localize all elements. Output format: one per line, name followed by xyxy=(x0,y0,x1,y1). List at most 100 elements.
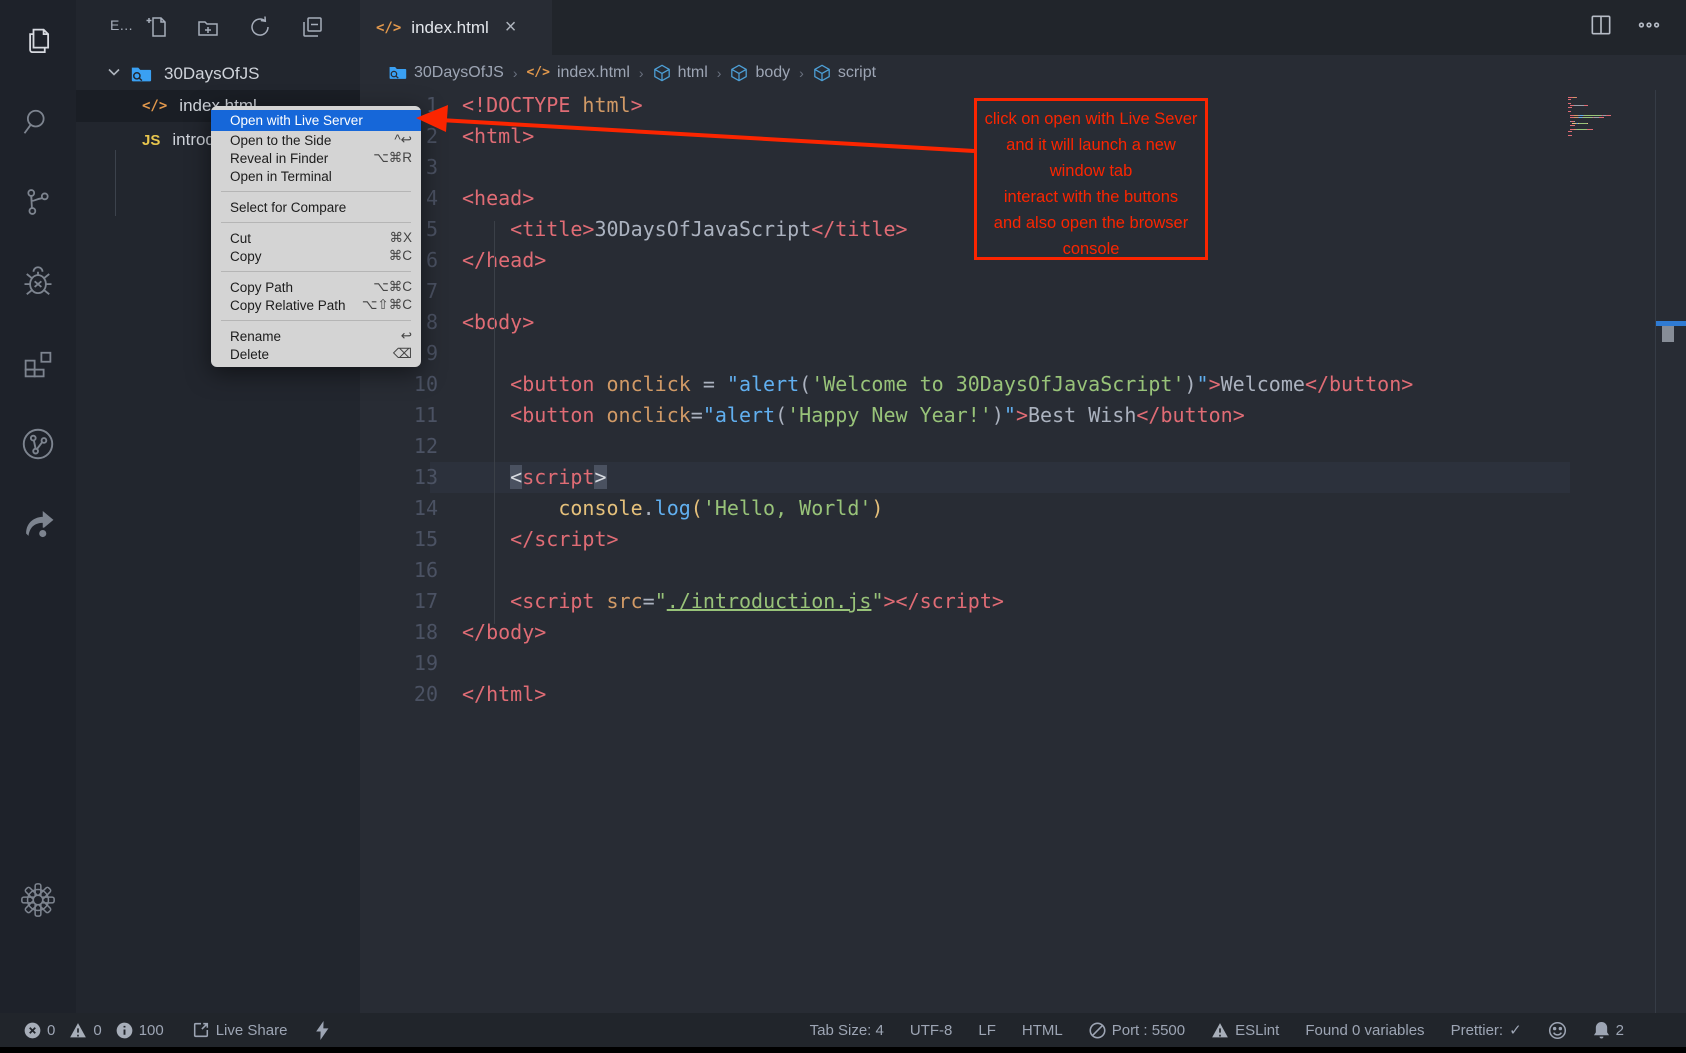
code-line-9[interactable]: 9 xyxy=(360,338,1686,369)
tab-bar: </> index.html × xyxy=(360,0,1686,55)
js-file-icon: JS xyxy=(142,132,160,149)
refresh-icon[interactable] xyxy=(247,14,273,40)
collapse-all-icon[interactable] xyxy=(299,14,325,40)
context-menu: Open with Live ServerOpen to the Side^↩R… xyxy=(211,106,421,367)
breadcrumb-separator: › xyxy=(639,65,644,81)
live-share-icon[interactable] xyxy=(0,494,76,554)
errors-status[interactable]: 0 xyxy=(24,1022,55,1039)
menu-item-open-with-live-server[interactable]: Open with Live Server xyxy=(211,110,421,131)
source-control-icon[interactable] xyxy=(0,172,76,232)
breadcrumb-item-script[interactable]: script xyxy=(813,64,876,82)
scrollbar-thumb[interactable] xyxy=(1662,326,1674,342)
live-share-status[interactable]: Live Share xyxy=(192,1021,288,1039)
explorer-icon[interactable] xyxy=(0,12,76,72)
menu-item-reveal-in-finder[interactable]: Reveal in Finder⌥⌘R xyxy=(211,149,421,167)
language-status[interactable]: HTML xyxy=(1022,1022,1063,1039)
indent-guide xyxy=(494,221,495,624)
menu-separator xyxy=(221,191,411,192)
code-line-13[interactable]: 13 <script> xyxy=(360,462,1686,493)
code-line-18[interactable]: 18</body> xyxy=(360,617,1686,648)
code-line-8[interactable]: 8<body> xyxy=(360,307,1686,338)
code-line-16[interactable]: 16 xyxy=(360,555,1686,586)
new-file-icon[interactable] xyxy=(144,14,170,40)
annotation-text-line: interact with the buttons xyxy=(977,184,1205,210)
code-line-7[interactable]: 7 xyxy=(360,276,1686,307)
annotation-text-line: and also open the browser xyxy=(977,210,1205,236)
tab-label: index.html xyxy=(411,18,488,38)
extensions-icon[interactable] xyxy=(0,334,76,394)
warning-icon xyxy=(1211,1022,1229,1039)
breadcrumb-item-index.html[interactable]: </>index.html xyxy=(526,64,629,82)
notifications-status[interactable]: 2 xyxy=(1593,1021,1624,1040)
symbol-cube-icon xyxy=(653,64,671,82)
menu-separator xyxy=(221,320,411,321)
more-actions-icon[interactable] xyxy=(1636,12,1662,43)
code-line-15[interactable]: 15 </script> xyxy=(360,524,1686,555)
variables-status[interactable]: Found 0 variables xyxy=(1305,1022,1424,1039)
breadcrumb-item-30DaysOfJS[interactable]: 30DaysOfJS xyxy=(388,63,504,82)
debug-icon[interactable] xyxy=(0,253,76,313)
minimap[interactable] xyxy=(1568,97,1658,137)
menu-item-cut[interactable]: Cut⌘X xyxy=(211,229,421,247)
split-editor-icon[interactable] xyxy=(1588,12,1614,43)
share-icon xyxy=(192,1021,210,1039)
code-line-19[interactable]: 19 xyxy=(360,648,1686,679)
menu-item-select-for-compare[interactable]: Select for Compare xyxy=(211,198,421,216)
code-line-10[interactable]: 10 <button onclick = "alert('Welcome to … xyxy=(360,369,1686,400)
new-folder-icon[interactable] xyxy=(195,14,221,40)
menu-separator xyxy=(221,222,411,223)
info-icon xyxy=(116,1022,133,1039)
source-graph-icon[interactable] xyxy=(0,414,76,474)
menu-item-copy-relative-path[interactable]: Copy Relative Path⌥⇧⌘C xyxy=(211,296,421,314)
eol-status[interactable]: LF xyxy=(978,1022,996,1039)
tab-size-status[interactable]: Tab Size: 4 xyxy=(810,1022,884,1039)
annotation-text-line: click on open with Live Sever xyxy=(977,106,1205,132)
line-number: 10 xyxy=(360,369,438,400)
html-file-icon: </> xyxy=(376,20,401,36)
folder-icon xyxy=(130,63,152,85)
explorer-header: E... xyxy=(76,0,360,55)
menu-item-open-in-terminal[interactable]: Open in Terminal xyxy=(211,167,421,185)
menu-item-copy[interactable]: Copy⌘C xyxy=(211,247,421,265)
line-number: 17 xyxy=(360,586,438,617)
prettier-status[interactable]: Prettier:✓ xyxy=(1451,1021,1522,1039)
port-status[interactable]: Port : 5500 xyxy=(1089,1022,1185,1039)
line-number: 18 xyxy=(360,617,438,648)
line-number: 19 xyxy=(360,648,438,679)
menu-item-open-to-the-side[interactable]: Open to the Side^↩ xyxy=(211,131,421,149)
eslint-status[interactable]: ESLint xyxy=(1211,1022,1279,1039)
breadcrumb-separator: › xyxy=(513,65,518,81)
minimap-border xyxy=(1655,90,1656,1013)
breadcrumb-separator: › xyxy=(717,65,722,81)
menu-item-delete[interactable]: Delete⌫ xyxy=(211,345,421,363)
annotation-box: click on open with Live Severand it will… xyxy=(974,98,1208,260)
tree-folder-root[interactable]: 30DaysOfJS xyxy=(76,58,360,90)
annotation-text-line: window tab xyxy=(977,158,1205,184)
html-file-icon: </> xyxy=(142,98,167,114)
code-line-20[interactable]: 20</html> xyxy=(360,679,1686,710)
code-line-11[interactable]: 11 <button onclick="alert('Happy New Yea… xyxy=(360,400,1686,431)
breadcrumb-item-body[interactable]: body xyxy=(730,64,790,82)
menu-separator xyxy=(221,271,411,272)
symbol-cube-icon xyxy=(813,64,831,82)
infos-status[interactable]: 100 xyxy=(116,1022,164,1039)
code-line-12[interactable]: 12 xyxy=(360,431,1686,462)
code-line-14[interactable]: 14 console.log('Hello, World') xyxy=(360,493,1686,524)
gear-icon[interactable] xyxy=(0,870,76,930)
line-number: 15 xyxy=(360,524,438,555)
menu-item-copy-path[interactable]: Copy Path⌥⌘C xyxy=(211,278,421,296)
activity-bar xyxy=(0,0,76,1013)
encoding-status[interactable]: UTF-8 xyxy=(910,1022,953,1039)
menu-item-rename[interactable]: Rename↩ xyxy=(211,327,421,345)
breadcrumb-item-html[interactable]: html xyxy=(653,64,708,82)
warning-icon xyxy=(69,1022,87,1039)
line-number: 16 xyxy=(360,555,438,586)
close-icon[interactable]: × xyxy=(505,16,517,39)
tab-index-html[interactable]: </> index.html × xyxy=(360,0,552,55)
code-line-17[interactable]: 17 <script src="./introduction.js"></scr… xyxy=(360,586,1686,617)
line-number: 14 xyxy=(360,493,438,524)
warnings-status[interactable]: 0 xyxy=(69,1022,101,1039)
search-icon[interactable] xyxy=(0,92,76,152)
feedback-smiley-icon[interactable] xyxy=(1548,1021,1567,1040)
lightning-icon[interactable] xyxy=(315,1021,330,1040)
